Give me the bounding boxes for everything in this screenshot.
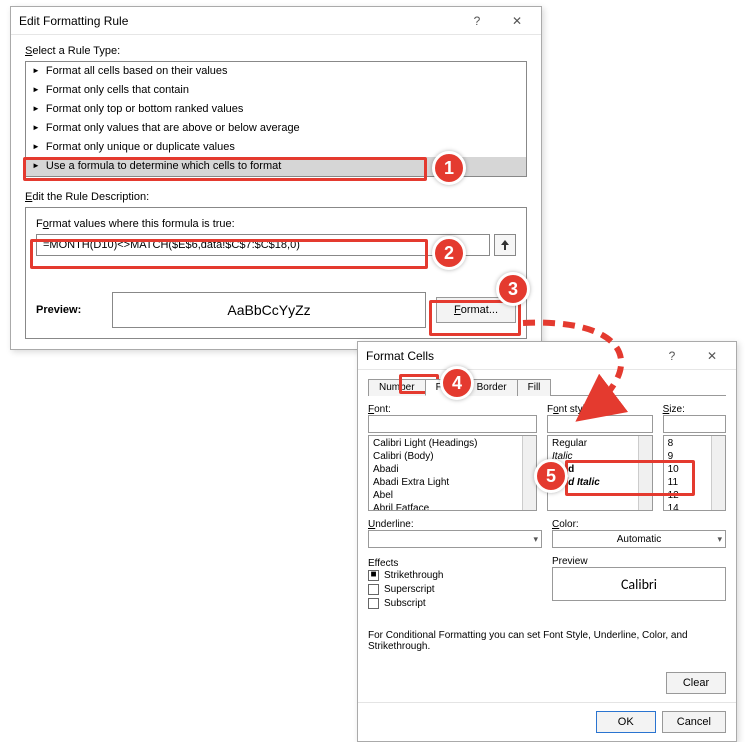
list-item[interactable]: Abril Fatface (373, 502, 532, 511)
badge-2: 2 (432, 236, 466, 270)
underline-label: Underline: (368, 519, 542, 530)
close-button[interactable]: ✕ (497, 10, 537, 32)
font-combo[interactable] (368, 415, 537, 433)
badge-3: 3 (496, 272, 530, 306)
list-item[interactable]: Calibri (Body) (373, 450, 532, 463)
list-item[interactable]: Abadi (373, 463, 532, 476)
edit-rule-desc-label: Edit the Rule Description: (25, 191, 527, 203)
preview-header: Preview (552, 556, 726, 567)
superscript-checkbox[interactable]: Superscript (368, 584, 435, 595)
ok-button[interactable]: OK (596, 711, 656, 733)
font-list[interactable]: Calibri Light (Headings) Calibri (Body) … (368, 435, 537, 511)
list-item[interactable]: Abel (373, 489, 532, 502)
collapse-dialog-icon[interactable] (494, 234, 516, 256)
chevron-down-icon: ▾ (717, 534, 722, 545)
font-style-combo[interactable] (547, 415, 653, 433)
formula-input[interactable] (36, 234, 490, 256)
preview-label: Preview: (36, 304, 102, 316)
size-combo[interactable] (663, 415, 726, 433)
close-button[interactable]: ✕ (692, 345, 732, 367)
edit-rule-titlebar: Edit Formatting Rule ? ✕ (11, 7, 541, 35)
rule-type-item[interactable]: Format only values that are above or bel… (26, 119, 526, 138)
color-label: Color: (552, 519, 726, 530)
list-item[interactable]: Abadi Extra Light (373, 476, 532, 489)
size-list[interactable]: 8 9 10 11 12 14 (663, 435, 726, 511)
clear-button[interactable]: Clear (666, 672, 726, 694)
format-cells-dialog: Format Cells ? ✕ Number Font Border Fill… (357, 341, 737, 742)
scrollbar[interactable] (638, 436, 652, 510)
dialog-title: Edit Formatting Rule (19, 14, 457, 28)
badge-1: 1 (432, 151, 466, 185)
list-item[interactable]: Italic (552, 450, 648, 463)
strikethrough-checkbox[interactable]: ■Strikethrough (368, 570, 443, 581)
effects-label: Effects (368, 558, 542, 569)
help-button[interactable]: ? (652, 345, 692, 367)
format-cells-titlebar: Format Cells ? ✕ (358, 342, 736, 370)
color-combo[interactable]: Automatic▾ (552, 530, 726, 548)
dialog-title: Format Cells (366, 349, 652, 363)
cancel-button[interactable]: Cancel (662, 711, 726, 733)
badge-4: 4 (440, 366, 474, 400)
cf-note: For Conditional Formatting you can set F… (368, 630, 726, 652)
rule-type-item[interactable]: Format only cells that contain (26, 81, 526, 100)
badge-5: 5 (534, 459, 568, 493)
underline-combo[interactable]: ▾ (368, 530, 542, 548)
chevron-down-icon: ▾ (533, 534, 538, 545)
list-item[interactable]: Calibri Light (Headings) (373, 437, 532, 450)
font-label: Font: (368, 404, 537, 415)
font-style-label: Font style: (547, 404, 653, 415)
select-rule-type-label: Select a Rule Type: (25, 45, 527, 57)
scrollbar[interactable] (711, 436, 725, 510)
rule-description-box: Format values where this formula is true… (25, 207, 527, 339)
size-label: Size: (663, 404, 726, 415)
help-button[interactable]: ? (457, 10, 497, 32)
format-cells-tabs: Number Font Border Fill (368, 378, 726, 396)
subscript-checkbox[interactable]: Subscript (368, 598, 426, 609)
rule-type-item[interactable]: Format only top or bottom ranked values (26, 100, 526, 119)
formula-label: Format values where this formula is true… (36, 218, 516, 230)
rule-type-item[interactable]: Format all cells based on their values (26, 62, 526, 81)
tab-fill[interactable]: Fill (517, 379, 552, 396)
list-item[interactable]: Regular (552, 437, 648, 450)
preview-sample: AaBbCcYyZz (112, 292, 426, 328)
font-preview: Calibri (552, 567, 726, 601)
tab-number[interactable]: Number (368, 379, 426, 396)
